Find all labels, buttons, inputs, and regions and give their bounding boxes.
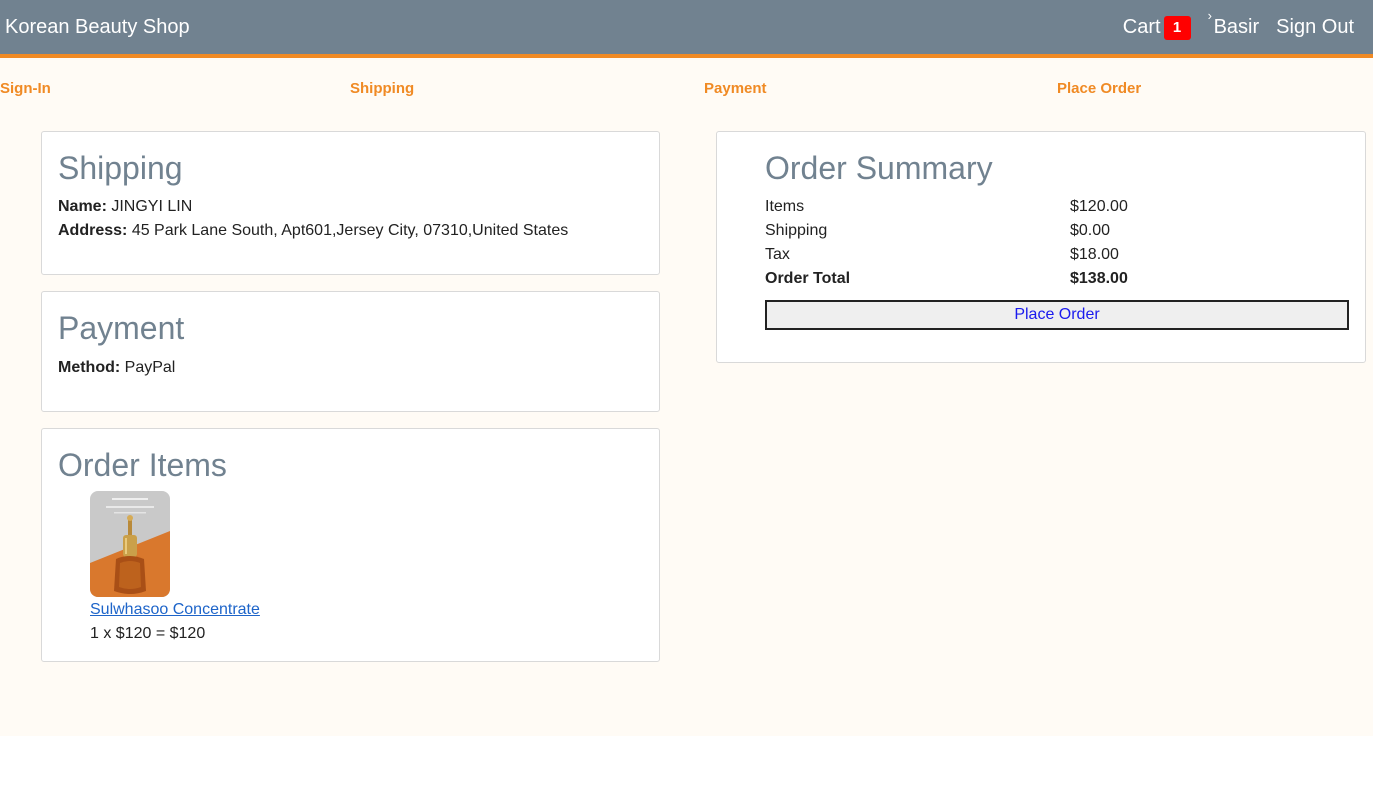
step-signin: Sign-In: [0, 80, 51, 97]
step-shipping: Shipping: [350, 80, 415, 97]
name-label: Name:: [58, 198, 107, 215]
user-menu[interactable]: › Basir: [1208, 8, 1260, 39]
method-label: Method:: [58, 359, 121, 376]
method-value: PayPal: [124, 359, 176, 376]
main-content: Shipping Name: JINGYI LIN Address: 45 Pa…: [0, 116, 1373, 736]
summary-value: $18.00: [1070, 246, 1119, 263]
summary-value: $138.00: [1070, 270, 1128, 287]
payment-method: Method: PayPal: [58, 359, 175, 377]
order-summary-card: Order Summary Items $120.00 Shipping $0.…: [716, 131, 1366, 363]
product-price-line: 1 x $120 = $120: [90, 625, 206, 642]
summary-label: Order Total: [765, 270, 851, 287]
cart-label: Cart: [1122, 15, 1161, 38]
top-navbar: Korean Beauty Shop Cart 1 › Basir Sign O…: [0, 0, 1373, 58]
order-items-card: Order Items Sulwhasoo Concentrate 1 x $1…: [41, 428, 660, 662]
summary-value: $0.00: [1070, 222, 1111, 239]
shipping-title: Shipping: [58, 150, 183, 186]
brand-link[interactable]: Korean Beauty Shop: [0, 16, 190, 39]
product-link[interactable]: Sulwhasoo Concentrate: [90, 601, 260, 619]
address-label: Address:: [58, 222, 128, 239]
cart-link[interactable]: Cart 1: [1123, 14, 1191, 40]
shipping-address: Address: 45 Park Lane South, Apt601,Jers…: [58, 222, 568, 240]
product-image: [90, 491, 170, 597]
shipping-name: Name: JINGYI LIN: [58, 198, 192, 216]
place-order-button[interactable]: Place Order: [765, 300, 1349, 330]
order-items-title: Order Items: [58, 447, 227, 483]
nav-right: Cart 1 › Basir Sign Out: [1123, 8, 1373, 40]
summary-title: Order Summary: [765, 150, 993, 186]
cart-count-badge: 1: [1163, 16, 1191, 40]
name-value: JINGYI LIN: [111, 198, 193, 215]
address-value: 45 Park Lane South, Apt601,Jersey City, …: [131, 222, 569, 239]
summary-value: $120.00: [1070, 198, 1128, 215]
summary-label: Items: [765, 198, 805, 215]
caret-icon: ›: [1207, 7, 1212, 23]
signout-link[interactable]: Sign Out: [1276, 16, 1354, 39]
checkout-steps: Sign-In Shipping Payment Place Order: [0, 58, 1373, 116]
payment-card: Payment Method: PayPal: [41, 291, 660, 412]
summary-label: Tax: [765, 246, 790, 263]
payment-title: Payment: [58, 310, 185, 346]
summary-label: Shipping: [765, 222, 828, 239]
user-name: Basir: [1213, 15, 1260, 38]
shipping-card: Shipping Name: JINGYI LIN Address: 45 Pa…: [41, 131, 660, 275]
step-place-order: Place Order: [1057, 80, 1142, 97]
app: Korean Beauty Shop Cart 1 › Basir Sign O…: [0, 0, 1373, 736]
step-payment: Payment: [704, 80, 767, 97]
